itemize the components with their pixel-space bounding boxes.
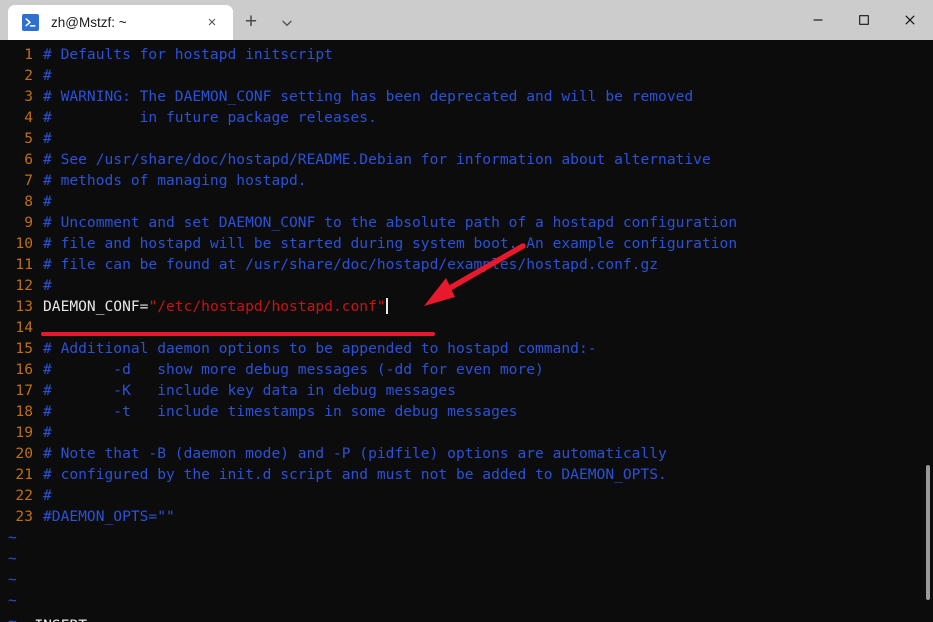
line-number: 14 [15,319,33,336]
code-comment: # methods of managing hostapd. [43,172,307,189]
editor-line[interactable]: 18 # -t include timestamps in some debug … [0,401,933,422]
line-number: 10 [15,235,33,252]
code-comment: #DAEMON_OPTS="" [43,508,175,525]
editor-line[interactable]: 19 # [0,422,933,443]
empty-line-marker-row: ~ [0,569,933,590]
line-number: 15 [15,340,33,357]
code-comment: # Note that -B (daemon mode) and -P (pid… [43,445,667,462]
editor-line[interactable]: 7 # methods of managing hostapd. [0,170,933,191]
code-comment: # -t include timestamps in some debug me… [43,403,518,420]
line-number: 16 [15,361,33,378]
line-number: 1 [24,46,33,63]
editor-line[interactable]: 11 # file can be found at /usr/share/doc/… [0,254,933,275]
terminal-prompt-icon [22,14,39,31]
line-number: 2 [24,67,33,84]
code-comment: # [43,130,52,147]
editor-line[interactable]: 1 # Defaults for hostapd initscript [0,44,933,65]
code-comment: # [43,487,52,504]
code-comment: # -d show more debug messages (-dd for e… [43,361,544,378]
minimize-button[interactable] [795,0,841,40]
editor-line[interactable]: 6 # See /usr/share/doc/hostapd/README.Deb… [0,149,933,170]
editor-line[interactable]: 16 # -d show more debug messages (-dd for… [0,359,933,380]
code-string: "/etc/hostapd/hostapd.conf" [148,298,386,315]
editor-line[interactable]: 10 # file and hostapd will be started dur… [0,233,933,254]
editor-line[interactable]: 21 # configured by the init.d script and … [0,464,933,485]
text-cursor [385,298,388,314]
editor-line[interactable]: 14 [0,317,933,338]
tab-title: zh@Mstzf: ~ [51,15,127,30]
terminal-tab[interactable]: zh@Mstzf: ~ × [8,5,233,40]
code-comment: # Defaults for hostapd initscript [43,46,333,63]
editor-line[interactable]: 9 # Uncomment and set DAEMON_CONF to the … [0,212,933,233]
tilde-icon: ~ [8,571,17,588]
line-number: 4 [24,109,33,126]
terminal-scrollbar[interactable] [917,40,933,622]
editor-line[interactable]: 12 # [0,275,933,296]
code-comment: # [43,277,52,294]
code-comment: # -K include key data in debug messages [43,382,456,399]
window-controls [795,0,933,40]
close-tab-icon[interactable]: × [199,10,225,36]
editor-line[interactable]: 17 # -K include key data in debug message… [0,380,933,401]
code-comment: # Additional daemon options to be append… [43,340,597,357]
tilde-icon: ~ [8,529,17,546]
maximize-button[interactable] [841,0,887,40]
line-number: 8 [24,193,33,210]
line-number: 18 [15,403,33,420]
code-comment: # file can be found at /usr/share/doc/ho… [43,256,659,273]
empty-line-marker-row: ~ [0,548,933,569]
code-comment: # WARNING: The DAEMON_CONF setting has b… [43,88,694,105]
editor-line[interactable]: 4 # in future package releases. [0,107,933,128]
scrollbar-thumb[interactable] [926,465,930,600]
editor-line[interactable]: 3 # WARNING: The DAEMON_CONF setting has … [0,86,933,107]
code-comment: # Uncomment and set DAEMON_CONF to the a… [43,214,738,231]
code-comment: # [43,424,52,441]
editor-line[interactable]: 2 # [0,65,933,86]
editor-line[interactable]: 20 # Note that -B (daemon mode) and -P (p… [0,443,933,464]
editor-line[interactable]: 13 DAEMON_CONF="/etc/hostapd/hostapd.conf… [0,296,933,317]
line-number: 21 [15,466,33,483]
line-number: 23 [15,508,33,525]
editor-line[interactable]: 5 # [0,128,933,149]
line-number: 22 [15,487,33,504]
line-number: 3 [24,88,33,105]
tilde-icon: ~ [8,550,17,567]
line-number: 5 [24,130,33,147]
line-number: 20 [15,445,33,462]
code-comment: # [43,67,52,84]
line-number: 12 [15,277,33,294]
vim-editor-buffer[interactable]: 1 # Defaults for hostapd initscript 2 #3 # W… [0,44,933,622]
editor-line[interactable]: 23 #DAEMON_OPTS="" [0,506,933,527]
chevron-down-icon[interactable] [269,5,305,40]
code-text: DAEMON_CONF= [43,298,149,315]
code-comment: # configured by the init.d script and mu… [43,466,667,483]
line-number: 7 [24,172,33,189]
empty-line-marker-row: ~ [0,527,933,548]
editor-line[interactable]: 8 # [0,191,933,212]
code-comment: # in future package releases. [43,109,377,126]
terminal-pane[interactable]: 1 # Defaults for hostapd initscript 2 #3 # W… [0,40,933,622]
editor-line[interactable]: 15 # Additional daemon options to be appe… [0,338,933,359]
tab-strip: zh@Mstzf: ~ × + [0,0,305,40]
window-titlebar: zh@Mstzf: ~ × + [0,0,933,40]
vim-status-line: -- INSERT -- 13,40 All [0,594,933,622]
line-number: 17 [15,382,33,399]
line-number: 19 [15,424,33,441]
vim-mode-indicator: -- INSERT -- [8,615,113,622]
line-number: 13 [15,298,33,315]
code-comment: # See /usr/share/doc/hostapd/README.Debi… [43,151,711,168]
code-comment: # [43,193,52,210]
line-number: 11 [15,256,33,273]
line-number: 9 [24,214,33,231]
new-tab-button[interactable]: + [233,5,269,40]
close-window-button[interactable] [887,0,933,40]
code-comment: # file and hostapd will be started durin… [43,235,738,252]
editor-line[interactable]: 22 # [0,485,933,506]
line-number: 6 [24,151,33,168]
